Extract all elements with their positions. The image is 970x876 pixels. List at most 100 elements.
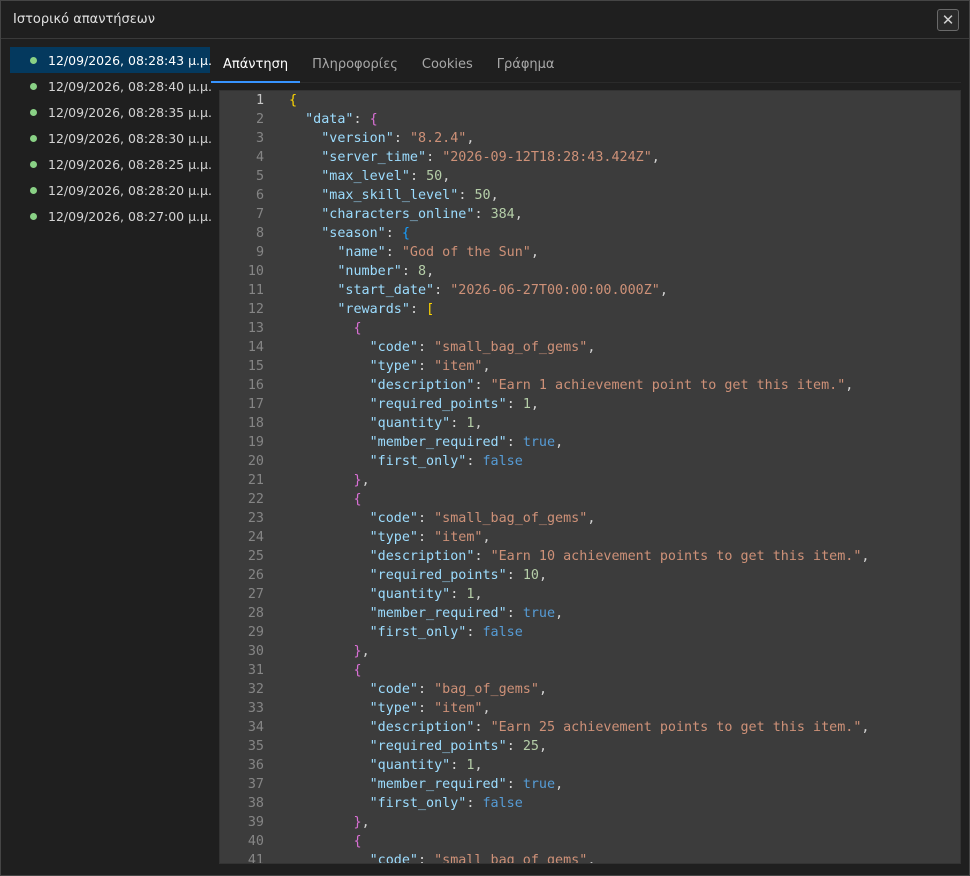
code-token: "data" xyxy=(305,112,354,127)
code-token: "required_points" xyxy=(369,739,507,754)
code-line: 23 "code": "small_bag_of_gems", xyxy=(220,509,960,528)
line-number: 16 xyxy=(247,378,264,393)
code-token: "max_skill_level" xyxy=(321,188,459,203)
code-token: "member_required" xyxy=(369,435,507,450)
code-token: : xyxy=(474,378,491,393)
code-token: "small_bag_of_gems" xyxy=(434,853,588,863)
code-token: , xyxy=(490,188,499,203)
status-dot-icon xyxy=(30,212,37,220)
code-token: "item" xyxy=(434,359,483,374)
code-text: { xyxy=(264,490,362,509)
line-number: 4 xyxy=(255,150,264,165)
code-line: 1{ xyxy=(220,91,960,110)
code-token: "server_time" xyxy=(321,150,427,165)
code-text: "max_skill_level": 50, xyxy=(264,186,499,205)
code-text: }, xyxy=(264,642,370,661)
code-line: 11 "start_date": "2026-06-27T00:00:00.00… xyxy=(220,281,960,300)
code-token: "8.2.4" xyxy=(409,131,467,146)
code-token: : xyxy=(506,777,523,792)
status-dot-icon xyxy=(30,134,37,142)
code-line: 16 "description": "Earn 1 achievement po… xyxy=(220,376,960,395)
history-item-label: 12/09/2026, 08:28:30 μ.μ. xyxy=(48,130,212,146)
history-item[interactable]: 12/09/2026, 08:28:43 μ.μ. xyxy=(10,47,212,73)
code-token: : xyxy=(418,359,435,374)
code-token: { xyxy=(369,112,378,127)
code-text: "quantity": 1, xyxy=(264,756,483,775)
code-token: "season" xyxy=(321,226,386,241)
line-number: 21 xyxy=(247,473,264,488)
line-number: 41 xyxy=(247,853,264,863)
code-token: : xyxy=(409,169,427,184)
dialog-title: Ιστορικό απαντήσεων xyxy=(13,12,155,27)
code-token: } xyxy=(353,815,362,830)
line-number: 9 xyxy=(255,245,264,260)
code-token: } xyxy=(353,644,362,659)
code-token: , xyxy=(361,815,370,830)
history-item-label: 12/09/2026, 08:28:25 μ.μ. xyxy=(48,156,212,172)
code-token: [ xyxy=(426,302,435,317)
line-number: 33 xyxy=(247,701,264,716)
code-line: 37 "member_required": true, xyxy=(220,775,960,794)
code-token: , xyxy=(587,853,596,863)
code-token: , xyxy=(482,530,491,545)
code-text: "required_points": 25, xyxy=(264,737,547,756)
code-token: "first_only" xyxy=(369,796,467,811)
code-editor[interactable]: 1{2 "data": {3 "version": "8.2.4", 4 "ser… xyxy=(219,90,961,864)
status-dot-icon xyxy=(30,82,37,90)
code-token: , xyxy=(555,435,564,450)
code-text: "type": "item", xyxy=(264,699,491,718)
tab-0[interactable]: Απάντηση xyxy=(211,47,301,83)
close-button[interactable]: ✕ xyxy=(937,9,959,31)
code-token: , xyxy=(482,701,491,716)
line-number: 39 xyxy=(247,815,264,830)
line-number: 1 xyxy=(255,93,264,108)
code-token: 384 xyxy=(490,207,515,222)
code-token: { xyxy=(353,321,362,336)
code-token: , xyxy=(530,397,539,412)
code-token: "description" xyxy=(369,378,475,393)
code-text: "quantity": 1, xyxy=(264,414,483,433)
history-item[interactable]: 12/09/2026, 08:28:25 μ.μ. xyxy=(10,151,212,177)
line-number: 7 xyxy=(255,207,264,222)
code-text: "type": "item", xyxy=(264,528,491,547)
line-number: 2 xyxy=(255,112,264,127)
code-text: "member_required": true, xyxy=(264,433,564,452)
code-token: : xyxy=(385,226,402,241)
code-token: } xyxy=(353,473,362,488)
line-number: 19 xyxy=(247,435,264,450)
code-token: : xyxy=(385,245,402,260)
status-dot-icon xyxy=(30,108,37,116)
code-text: "data": { xyxy=(264,110,378,129)
history-item[interactable]: 12/09/2026, 08:28:35 μ.μ. xyxy=(10,99,212,125)
code-token: , xyxy=(466,131,475,146)
tab-1[interactable]: Πληροφορίες xyxy=(300,47,410,82)
history-item[interactable]: 12/09/2026, 08:28:20 μ.μ. xyxy=(10,177,212,203)
line-number: 36 xyxy=(247,758,264,773)
tab-3[interactable]: Γράφημα xyxy=(485,47,567,82)
line-number: 27 xyxy=(247,587,264,602)
history-item[interactable]: 12/09/2026, 08:27:00 μ.μ. xyxy=(10,203,212,229)
history-item[interactable]: 12/09/2026, 08:28:30 μ.μ. xyxy=(10,125,212,151)
code-line: 24 "type": "item", xyxy=(220,528,960,547)
tab-bar: Απάντηση Πληροφορίες Cookies Γράφημα xyxy=(211,47,961,83)
code-text: "code": "small_bag_of_gems", xyxy=(264,851,596,863)
code-line: 9 "name": "God of the Sun", xyxy=(220,243,960,262)
code-token: , xyxy=(442,169,451,184)
code-token: , xyxy=(861,549,870,564)
history-item[interactable]: 12/09/2026, 08:28:40 μ.μ. xyxy=(10,73,212,99)
line-number: 3 xyxy=(255,131,264,146)
code-token: "2026-09-12T18:28:43.424Z" xyxy=(442,150,652,165)
code-token: "code" xyxy=(369,511,418,526)
code-line: 26 "required_points": 10, xyxy=(220,566,960,585)
tab-2[interactable]: Cookies xyxy=(410,47,485,82)
